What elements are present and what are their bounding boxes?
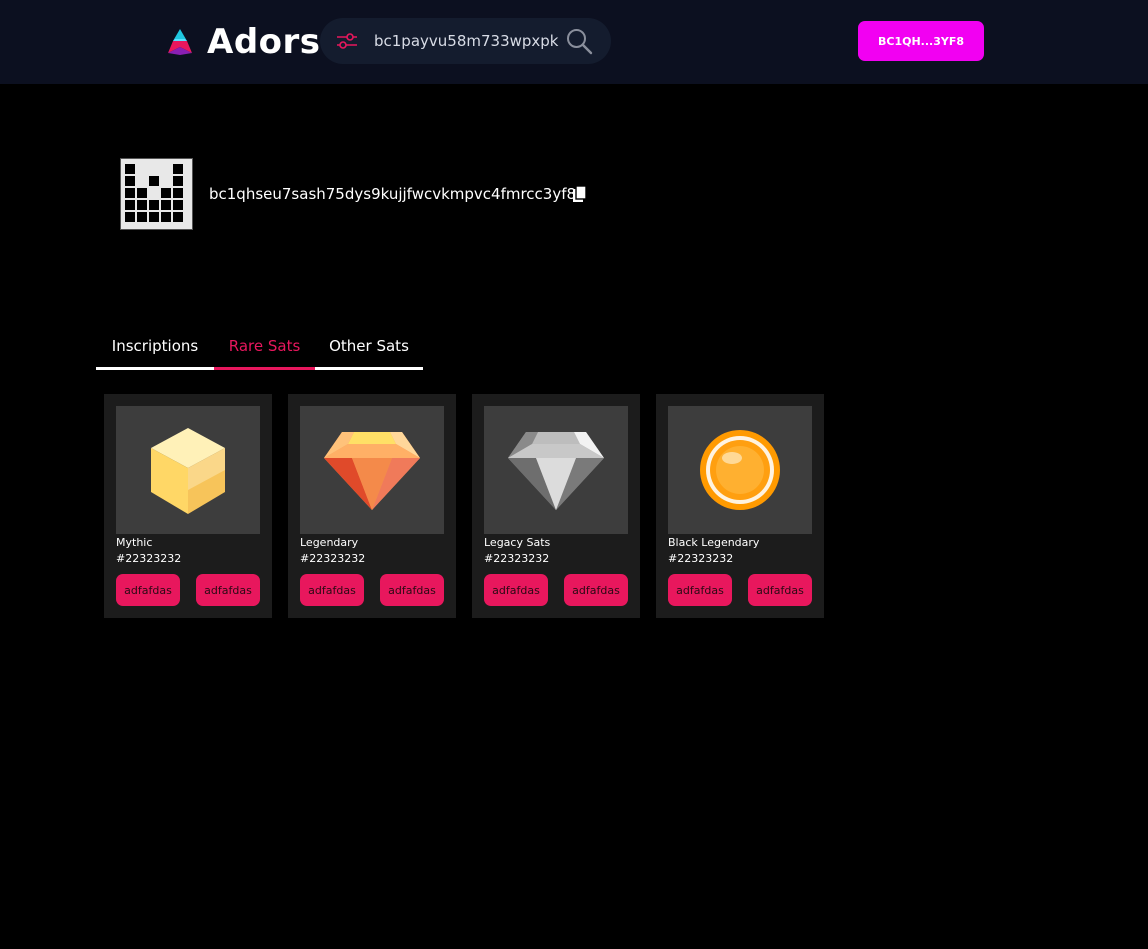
card-action-button[interactable]: adfafdas bbox=[668, 574, 732, 606]
copy-icon[interactable] bbox=[572, 185, 588, 203]
card-number: #22323232 bbox=[116, 552, 182, 565]
sat-card-legacy-sats[interactable]: Legacy Sats #22323232 adfafdas adfafdas bbox=[472, 394, 640, 618]
card-image bbox=[116, 406, 260, 534]
top-navbar: Adors BC1QH...3YF8 bbox=[0, 0, 1148, 84]
orange-coin-icon bbox=[700, 430, 780, 510]
filter-icon[interactable] bbox=[336, 31, 358, 51]
gold-cube-icon bbox=[151, 428, 225, 514]
card-number: #22323232 bbox=[300, 552, 366, 565]
card-image bbox=[300, 406, 444, 534]
card-action-button[interactable]: adfafdas bbox=[484, 574, 548, 606]
card-title: Legacy Sats bbox=[484, 536, 551, 549]
tab-rare-sats[interactable]: Rare Sats bbox=[214, 332, 315, 370]
card-number: #22323232 bbox=[668, 552, 734, 565]
sat-card-legendary[interactable]: Legendary #22323232 adfafdas adfafdas bbox=[288, 394, 456, 618]
sat-card-mythic[interactable]: Mythic #22323232 adfafdas adfafdas bbox=[104, 394, 272, 618]
card-action-button[interactable]: adfafdas bbox=[564, 574, 628, 606]
orange-gem-icon bbox=[324, 432, 420, 510]
tab-other-sats[interactable]: Other Sats bbox=[315, 332, 423, 370]
card-action-button[interactable]: adfafdas bbox=[300, 574, 364, 606]
search-input[interactable] bbox=[374, 28, 559, 54]
silver-gem-icon bbox=[508, 432, 604, 510]
brand-logo[interactable]: Adors bbox=[165, 22, 321, 62]
card-number: #22323232 bbox=[484, 552, 550, 565]
tab-bar: Inscriptions Rare Sats Other Sats bbox=[96, 332, 423, 370]
wallet-button[interactable]: BC1QH...3YF8 bbox=[858, 21, 984, 61]
sat-card-black-legendary[interactable]: Black Legendary #22323232 adfafdas adfaf… bbox=[656, 394, 824, 618]
tab-inscriptions[interactable]: Inscriptions bbox=[96, 332, 214, 370]
avatar bbox=[120, 158, 193, 230]
card-action-button[interactable]: adfafdas bbox=[380, 574, 444, 606]
wallet-address: bc1qhseu7sash75dys9kujjfwcvkmpvc4fmrcc3y… bbox=[209, 185, 577, 203]
card-image bbox=[484, 406, 628, 534]
card-action-button[interactable]: adfafdas bbox=[748, 574, 812, 606]
logo-icon bbox=[168, 29, 192, 55]
card-title: Legendary bbox=[300, 536, 359, 549]
card-action-button[interactable]: adfafdas bbox=[196, 574, 260, 606]
card-title: Black Legendary bbox=[668, 536, 760, 549]
pixel-avatar-icon bbox=[121, 159, 192, 229]
card-action-button[interactable]: adfafdas bbox=[116, 574, 180, 606]
brand-name: Adors bbox=[207, 22, 321, 62]
card-image bbox=[668, 406, 812, 534]
search-bar bbox=[320, 18, 611, 64]
search-icon[interactable] bbox=[565, 27, 593, 55]
card-title: Mythic bbox=[116, 536, 153, 549]
